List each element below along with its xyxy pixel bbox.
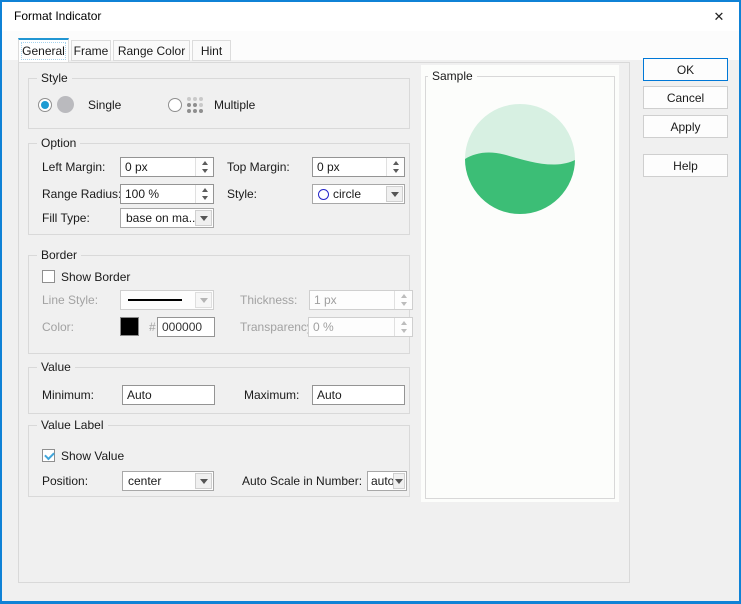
show-value-label[interactable]: Show Value — [61, 450, 124, 463]
maximum-field — [312, 385, 405, 405]
title-bar: Format Indicator ✕ — [2, 2, 739, 31]
sample-panel: Sample — [421, 65, 619, 502]
top-margin-spinner[interactable] — [386, 158, 404, 176]
tab-frame[interactable]: Frame — [71, 40, 111, 61]
line-style-dropdown-arrow[interactable] — [195, 292, 212, 308]
value-group: Value Minimum: Maximum: — [28, 367, 410, 414]
style-dropdown-value: circle — [333, 188, 361, 201]
show-border-checkbox[interactable] — [42, 270, 55, 283]
range-radius-field — [120, 184, 214, 204]
tab-hint-label: Hint — [201, 44, 222, 58]
position-dropdown[interactable]: center — [122, 471, 214, 491]
radio-multiple[interactable] — [168, 98, 182, 112]
ok-button-label: OK — [677, 63, 694, 77]
left-margin-label: Left Margin: — [42, 161, 105, 174]
style-dropdown[interactable]: circle — [312, 184, 405, 204]
thickness-label: Thickness: — [240, 294, 297, 307]
show-border-label[interactable]: Show Border — [61, 271, 130, 284]
value-label-group-title: Value Label — [37, 418, 108, 432]
tab-range-color-label: Range Color — [118, 44, 185, 58]
dialog-title: Format Indicator — [14, 9, 101, 23]
top-margin-field — [312, 157, 405, 177]
minimum-label: Minimum: — [42, 389, 94, 402]
position-dropdown-value: center — [128, 475, 161, 488]
tab-hint[interactable]: Hint — [192, 40, 231, 61]
cancel-button-label: Cancel — [667, 91, 704, 105]
fill-type-dropdown-arrow[interactable] — [195, 210, 212, 226]
border-group: Border Show Border Line Style: Thickness… — [28, 255, 410, 354]
line-style-label: Line Style: — [42, 294, 98, 307]
value-label-group: Value Label Show Value Position: center … — [28, 425, 410, 497]
show-value-checkbox[interactable] — [42, 449, 55, 462]
auto-scale-dropdown-value: auto — [371, 475, 394, 488]
tab-range-color[interactable]: Range Color — [113, 40, 190, 61]
apply-button[interactable]: Apply — [643, 115, 728, 138]
line-style-dropdown[interactable] — [120, 290, 214, 310]
apply-button-label: Apply — [670, 120, 700, 134]
range-radius-spinner[interactable] — [195, 185, 213, 203]
left-margin-field — [120, 157, 214, 177]
sample-indicator-preview — [421, 65, 619, 502]
single-style-icon — [57, 96, 74, 113]
range-radius-label: Range Radius: — [42, 188, 121, 201]
help-button[interactable]: Help — [643, 154, 728, 177]
radio-single[interactable] — [38, 98, 52, 112]
fill-type-label: Fill Type: — [42, 212, 90, 225]
style-group-title: Style — [37, 71, 72, 85]
tab-general-label: General — [22, 44, 65, 58]
minimum-input[interactable] — [123, 386, 214, 404]
border-group-title: Border — [37, 248, 81, 262]
help-button-label: Help — [673, 159, 698, 173]
multiple-style-icon — [186, 96, 204, 114]
format-indicator-dialog: Format Indicator ✕ General Frame Range C… — [0, 0, 741, 604]
close-icon[interactable]: ✕ — [710, 8, 728, 26]
auto-scale-label: Auto Scale in Number: — [242, 475, 362, 488]
transparency-field — [308, 317, 413, 337]
fill-type-dropdown-value: base on ma... — [126, 212, 199, 225]
option-group-title: Option — [37, 136, 80, 150]
style-field-label: Style: — [227, 188, 257, 201]
line-style-preview — [128, 299, 182, 301]
color-hex-field — [157, 317, 215, 337]
maximum-label: Maximum: — [244, 389, 299, 402]
style-group: Style Single Multiple — [28, 78, 410, 129]
tab-frame-label: Frame — [74, 44, 109, 58]
left-margin-spinner[interactable] — [195, 158, 213, 176]
auto-scale-dropdown[interactable]: auto — [367, 471, 407, 491]
color-swatch[interactable] — [120, 317, 139, 336]
minimum-field — [122, 385, 215, 405]
option-group: Option Left Margin: Top Margin: Range Ra… — [28, 143, 410, 235]
hash-symbol: # — [149, 321, 156, 334]
auto-scale-dropdown-arrow[interactable] — [393, 473, 405, 489]
color-hex-input[interactable] — [158, 318, 214, 336]
cancel-button[interactable]: Cancel — [643, 86, 728, 109]
fill-type-dropdown[interactable]: base on ma... — [120, 208, 214, 228]
ok-button[interactable]: OK — [643, 58, 728, 81]
transparency-spinner[interactable] — [394, 318, 412, 336]
style-dropdown-arrow[interactable] — [386, 186, 403, 202]
transparency-label: Transparency: — [240, 321, 316, 334]
thickness-spinner[interactable] — [394, 291, 412, 309]
thickness-field — [309, 290, 413, 310]
single-label[interactable]: Single — [88, 99, 121, 112]
maximum-input[interactable] — [313, 386, 404, 404]
value-group-title: Value — [37, 360, 75, 374]
position-label: Position: — [42, 475, 88, 488]
color-label: Color: — [42, 321, 74, 334]
position-dropdown-arrow[interactable] — [195, 473, 212, 489]
multiple-label[interactable]: Multiple — [214, 99, 255, 112]
circle-shape-icon — [318, 189, 329, 200]
top-margin-label: Top Margin: — [227, 161, 290, 174]
tab-general[interactable]: General — [18, 38, 69, 63]
